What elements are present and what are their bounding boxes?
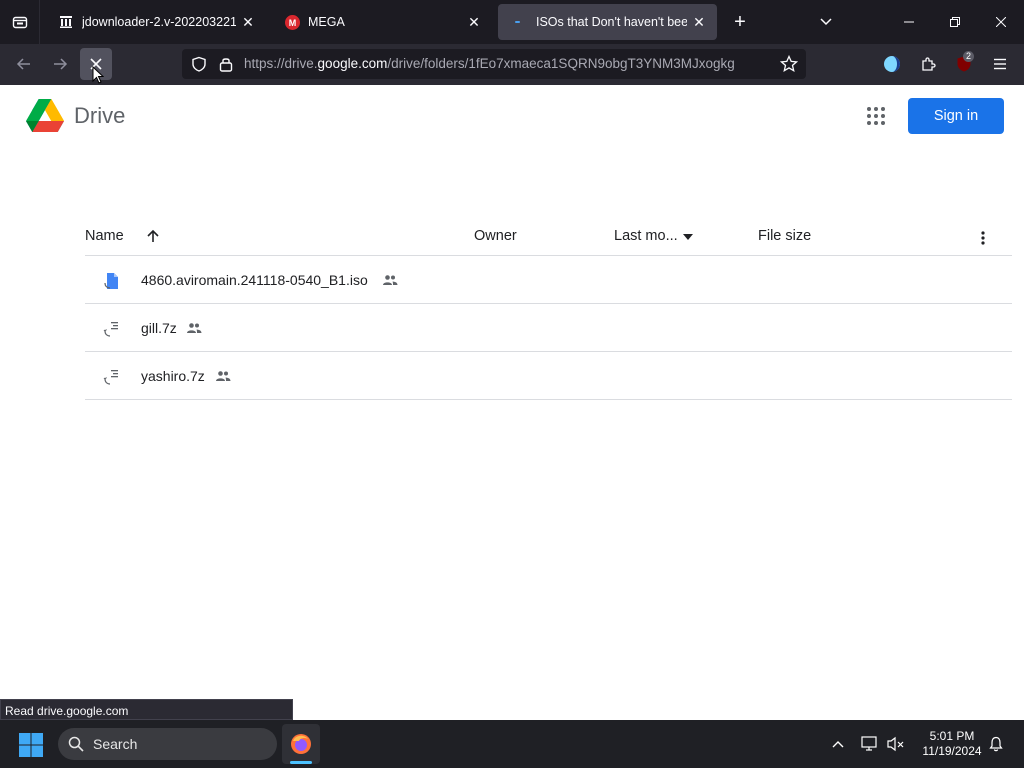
arrow-left-icon — [16, 58, 30, 70]
archive-file-icon — [103, 322, 118, 337]
tab-jdownloader[interactable]: jdownloader-2.v-202203221457 ✕ — [44, 4, 266, 40]
firefox-view-icon — [12, 16, 27, 29]
url-path: /drive/folders/1fEo7xmaeca1SQRN9obgT3YNM… — [387, 56, 735, 71]
speaker-muted-icon — [887, 736, 904, 752]
ublock-extension-button[interactable]: 2 — [948, 48, 980, 80]
taskbar: Search 5:01 PM 11/19/2024 — [0, 720, 1024, 768]
windows-logo-icon — [19, 733, 43, 757]
google-drive-logo-icon — [26, 99, 64, 132]
taskbar-search[interactable]: Search — [58, 728, 277, 760]
drive-logo-text: Drive — [74, 103, 126, 128]
restore-icon — [950, 17, 960, 27]
column-name[interactable]: Name — [85, 228, 124, 244]
tab-close-icon[interactable]: ✕ — [236, 10, 260, 34]
notifications-button[interactable] — [986, 734, 1006, 754]
search-icon — [68, 736, 84, 752]
running-app-indicator — [290, 761, 312, 764]
archive-favicon-icon — [58, 14, 74, 30]
new-tab-button[interactable]: + — [728, 10, 752, 34]
taskbar-firefox[interactable] — [282, 724, 320, 764]
search-placeholder: Search — [93, 736, 138, 752]
file-list: Name Owner Last mo... File size 4860.avi… — [85, 220, 1012, 400]
shield-icon[interactable] — [191, 56, 207, 72]
disk-image-file-icon — [104, 273, 118, 289]
svg-text:M: M — [288, 18, 296, 28]
file-name: 4860.aviromain.241118-0540_B1.iso — [141, 272, 368, 288]
firefox-view-button[interactable] — [0, 0, 40, 44]
volume-tray-button[interactable] — [886, 734, 906, 754]
dropdown-triangle-icon[interactable] — [682, 233, 694, 241]
file-name: yashiro.7z — [141, 368, 205, 384]
puzzle-icon — [922, 57, 936, 71]
shared-people-icon — [383, 275, 398, 285]
minimize-icon — [904, 21, 914, 23]
file-list-header: Name Owner Last mo... File size — [85, 220, 1012, 256]
restore-button[interactable] — [932, 0, 978, 44]
url-domain: google.com — [317, 56, 388, 71]
sign-in-button[interactable]: Sign in — [908, 98, 1004, 134]
taskbar-clock[interactable]: 5:01 PM 11/19/2024 — [912, 729, 992, 759]
clock-time: 5:01 PM — [929, 729, 975, 743]
url-text: https://drive.google.com/drive/folders/1… — [244, 56, 735, 71]
dark-reader-icon — [884, 56, 900, 72]
column-file-size[interactable]: File size — [758, 228, 811, 244]
list-all-tabs-button[interactable] — [814, 10, 838, 34]
clock-date: 11/19/2024 — [922, 744, 982, 758]
column-last-modified[interactable]: Last mo... — [614, 228, 678, 244]
mouse-cursor-icon — [92, 66, 104, 84]
loading-favicon-icon — [512, 14, 528, 30]
sort-ascending-arrow-icon[interactable] — [145, 228, 161, 244]
bookmark-star-icon[interactable] — [780, 55, 798, 73]
tab-close-icon[interactable]: ✕ — [687, 10, 711, 34]
address-bar[interactable]: https://drive.google.com/drive/folders/1… — [182, 49, 806, 79]
mega-favicon-icon: M — [284, 14, 300, 30]
hamburger-menu-icon — [994, 58, 1006, 70]
shared-people-icon — [187, 323, 202, 333]
file-row[interactable]: gill.7z — [85, 304, 1012, 352]
extensions-button[interactable] — [912, 48, 944, 80]
shared-people-icon — [216, 371, 231, 381]
bell-icon — [989, 736, 1003, 752]
app-menu-button[interactable] — [984, 48, 1016, 80]
extension-badge: 2 — [963, 51, 975, 62]
tab-strip: jdownloader-2.v-202203221457 ✕ M MEGA ✕ … — [0, 0, 1024, 44]
tab-title: ISOs that Don't haven't been up — [536, 15, 687, 29]
chevron-up-icon — [832, 741, 844, 748]
lock-icon[interactable] — [219, 56, 233, 72]
firefox-logo-icon — [291, 734, 311, 754]
url-prefix: https://drive. — [244, 56, 318, 71]
column-owner[interactable]: Owner — [474, 228, 517, 244]
back-button[interactable] — [8, 48, 40, 80]
start-button[interactable] — [18, 732, 44, 758]
status-bar: Read drive.google.com — [0, 699, 293, 720]
file-name: gill.7z — [141, 320, 177, 336]
archive-file-icon — [103, 370, 118, 385]
network-tray-button[interactable] — [860, 734, 880, 754]
show-hidden-icons-button[interactable] — [828, 734, 848, 754]
google-apps-button[interactable] — [864, 104, 888, 128]
chevron-down-icon — [820, 18, 832, 26]
tab-title: MEGA — [308, 15, 345, 29]
file-row[interactable]: 4860.aviromain.241118-0540_B1.iso — [85, 256, 1012, 304]
minimize-button[interactable] — [886, 0, 932, 44]
close-window-button[interactable] — [978, 0, 1024, 44]
file-row[interactable]: yashiro.7z — [85, 352, 1012, 400]
network-monitor-icon — [861, 736, 877, 751]
drive-logo[interactable]: Drive — [26, 99, 125, 133]
apps-grid-icon — [867, 107, 885, 125]
more-options-icon[interactable] — [975, 230, 991, 246]
tab-title: jdownloader-2.v-202203221457 — [82, 15, 236, 29]
close-icon — [996, 17, 1006, 27]
account-extension-button[interactable] — [876, 48, 908, 80]
tab-mega[interactable]: M MEGA ✕ — [270, 4, 492, 40]
arrow-right-icon — [54, 58, 68, 70]
navigation-toolbar: https://drive.google.com/drive/folders/1… — [0, 44, 1024, 85]
tab-drive-active[interactable]: ISOs that Don't haven't been up ✕ — [498, 4, 717, 40]
forward-button[interactable] — [44, 48, 76, 80]
drive-page: Drive Sign in Name Owner Last mo... File… — [0, 85, 1024, 720]
tab-close-icon[interactable]: ✕ — [462, 10, 486, 34]
